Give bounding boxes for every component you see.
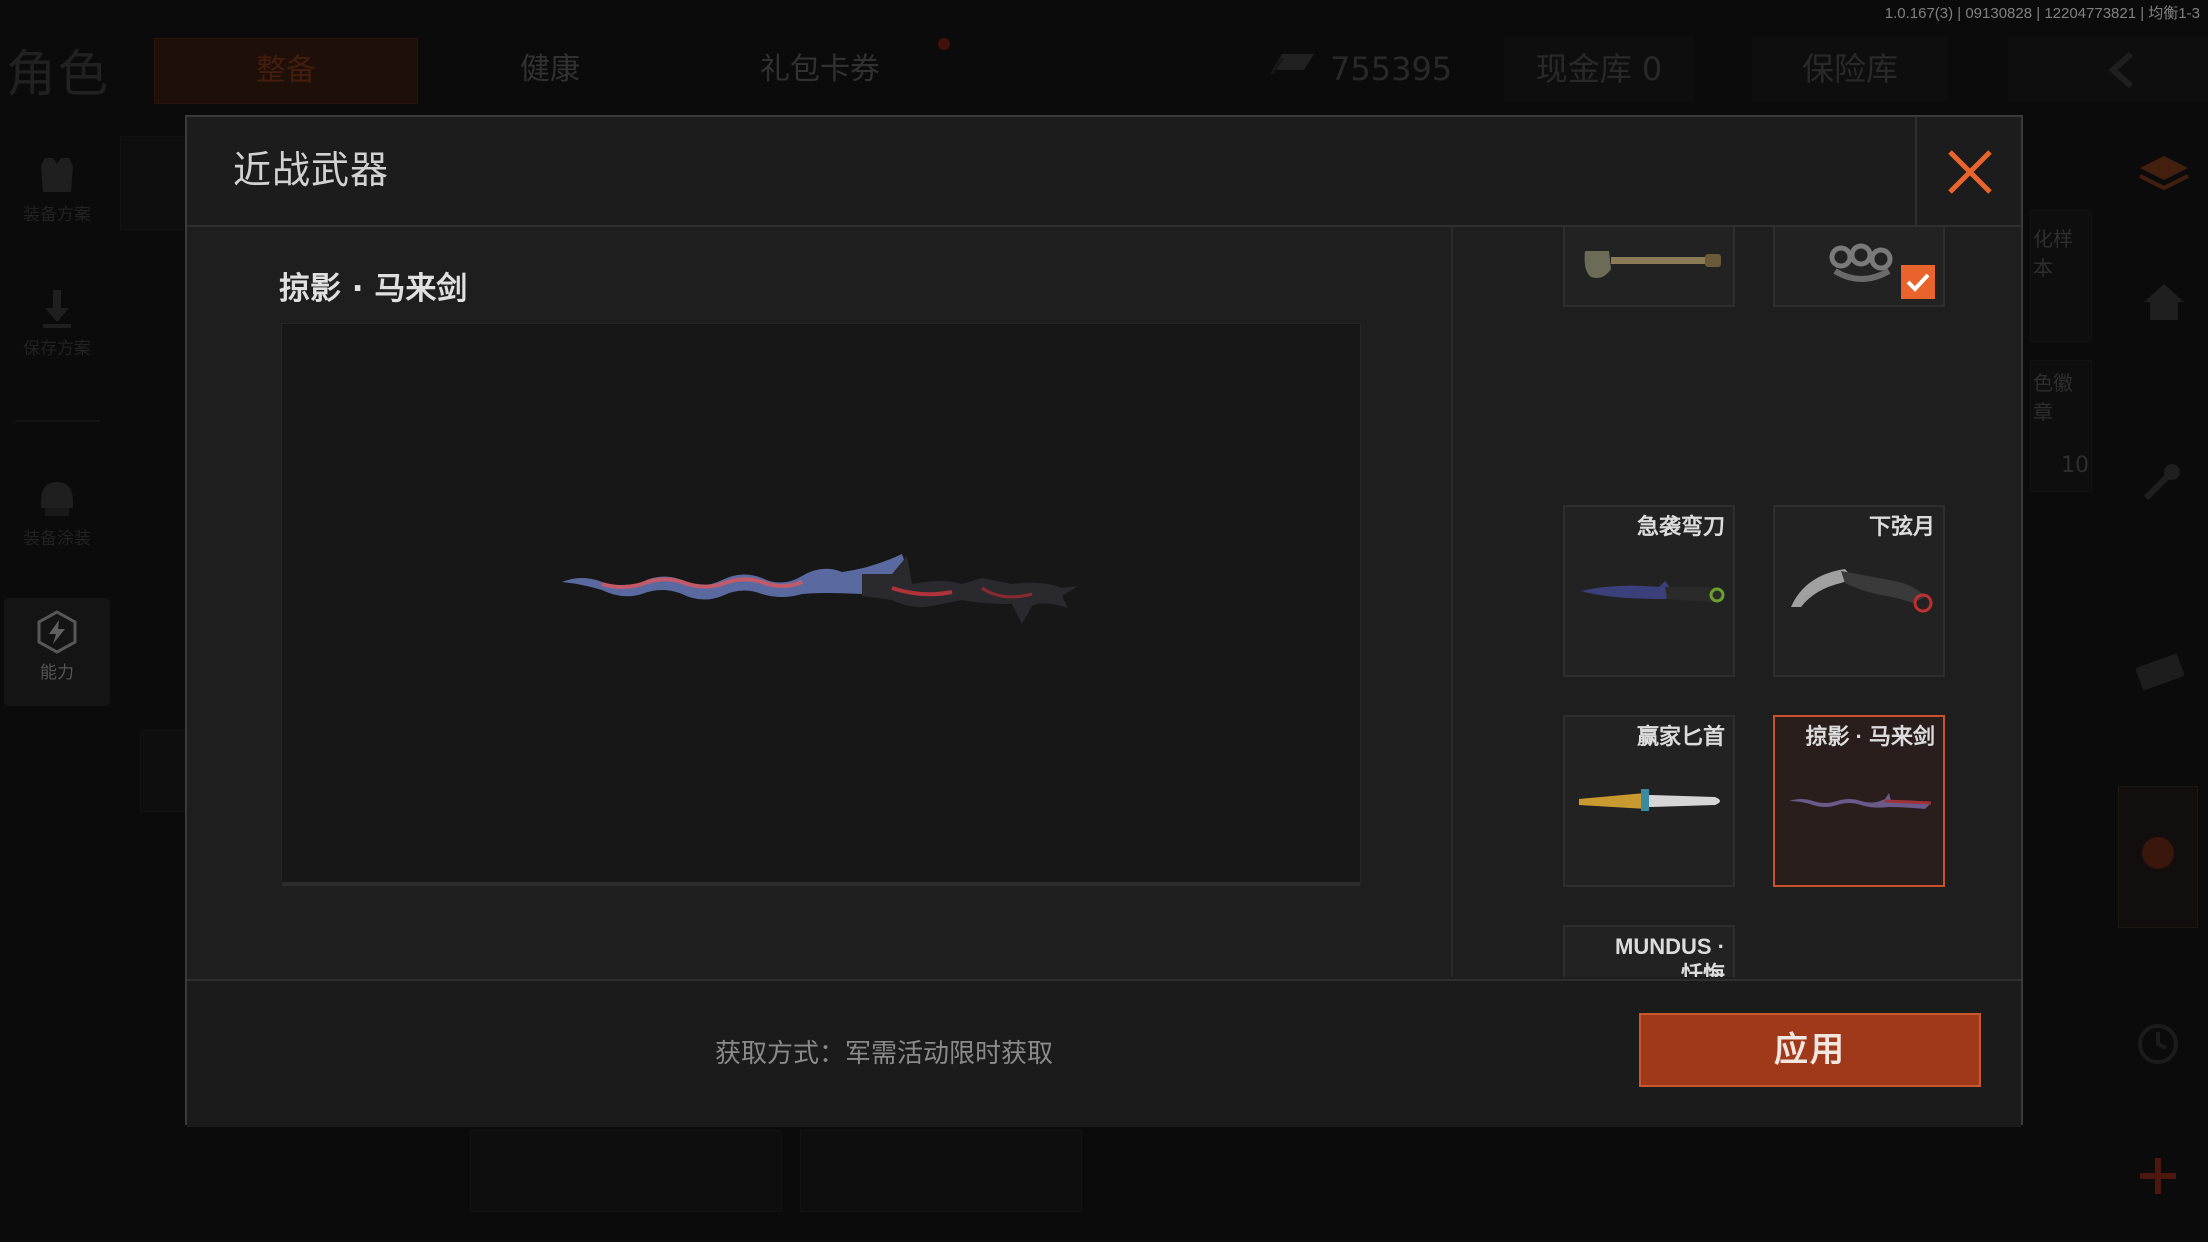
dagger-icon — [1579, 789, 1720, 811]
kris-sword-image — [562, 554, 1078, 624]
weapon-slot-mundus[interactable]: MUNDUS · 忏悔 — [1563, 925, 1735, 977]
close-button[interactable] — [1915, 117, 2021, 225]
weapon-slot-shovel[interactable] — [1563, 227, 1735, 307]
dialog-title: 近战武器 — [233, 148, 390, 192]
selected-weapon-name: 掠影 · 马来剑 — [279, 271, 468, 307]
weapon-slot-label: MUNDUS · 忏悔 — [1615, 934, 1725, 977]
acquisition-source-text: 获取方式：军需活动限时获取 — [715, 1039, 1054, 1069]
weapon-grid: 急袭弯刀 下弦月 赢家匕首 掠影 · 马来剑 MUNDUS · 忏悔 — [1453, 227, 2021, 977]
shovel-icon — [1584, 251, 1721, 278]
checkmark-icon — [1906, 273, 1930, 292]
weapon-slot-dagger[interactable]: 赢家匕首 — [1563, 715, 1735, 887]
weapon-slot-curved-blade[interactable]: 急袭弯刀 — [1563, 505, 1735, 677]
curved-blade-icon — [1581, 581, 1725, 603]
dialog-footer: 获取方式：军需活动限时获取 应用 — [187, 979, 2021, 1127]
weapon-slot-knuckle[interactable] — [1773, 227, 1945, 307]
equipped-checkmark — [1901, 265, 1935, 299]
weapon-slot-label: 下弦月 — [1868, 514, 1935, 539]
weapon-slot-label: 掠影 · 马来剑 — [1805, 724, 1935, 749]
dialog-header: 近战武器 — [187, 117, 2021, 227]
weapon-preview[interactable] — [281, 323, 1361, 886]
apply-button[interactable]: 应用 — [1639, 1013, 1981, 1087]
preview-scrollbar — [282, 882, 1360, 886]
close-icon — [1948, 150, 1992, 194]
weapon-slot-label: 急袭弯刀 — [1636, 514, 1725, 539]
weapon-slot-kris[interactable]: 掠影 · 马来剑 — [1773, 715, 1945, 887]
weapon-slot-label: 赢家匕首 — [1636, 724, 1725, 749]
karambit-icon — [1791, 569, 1933, 613]
melee-weapon-dialog: 近战武器 掠影 · 马来剑 急袭弯刀 下弦月 赢家匕首 掠影 · 马来剑 MUN… — [185, 115, 2023, 1127]
weapon-slot-karambit[interactable]: 下弦月 — [1773, 505, 1945, 677]
weapon-preview-pane: 掠影 · 马来剑 — [187, 227, 1451, 977]
kris-icon — [1789, 793, 1932, 809]
